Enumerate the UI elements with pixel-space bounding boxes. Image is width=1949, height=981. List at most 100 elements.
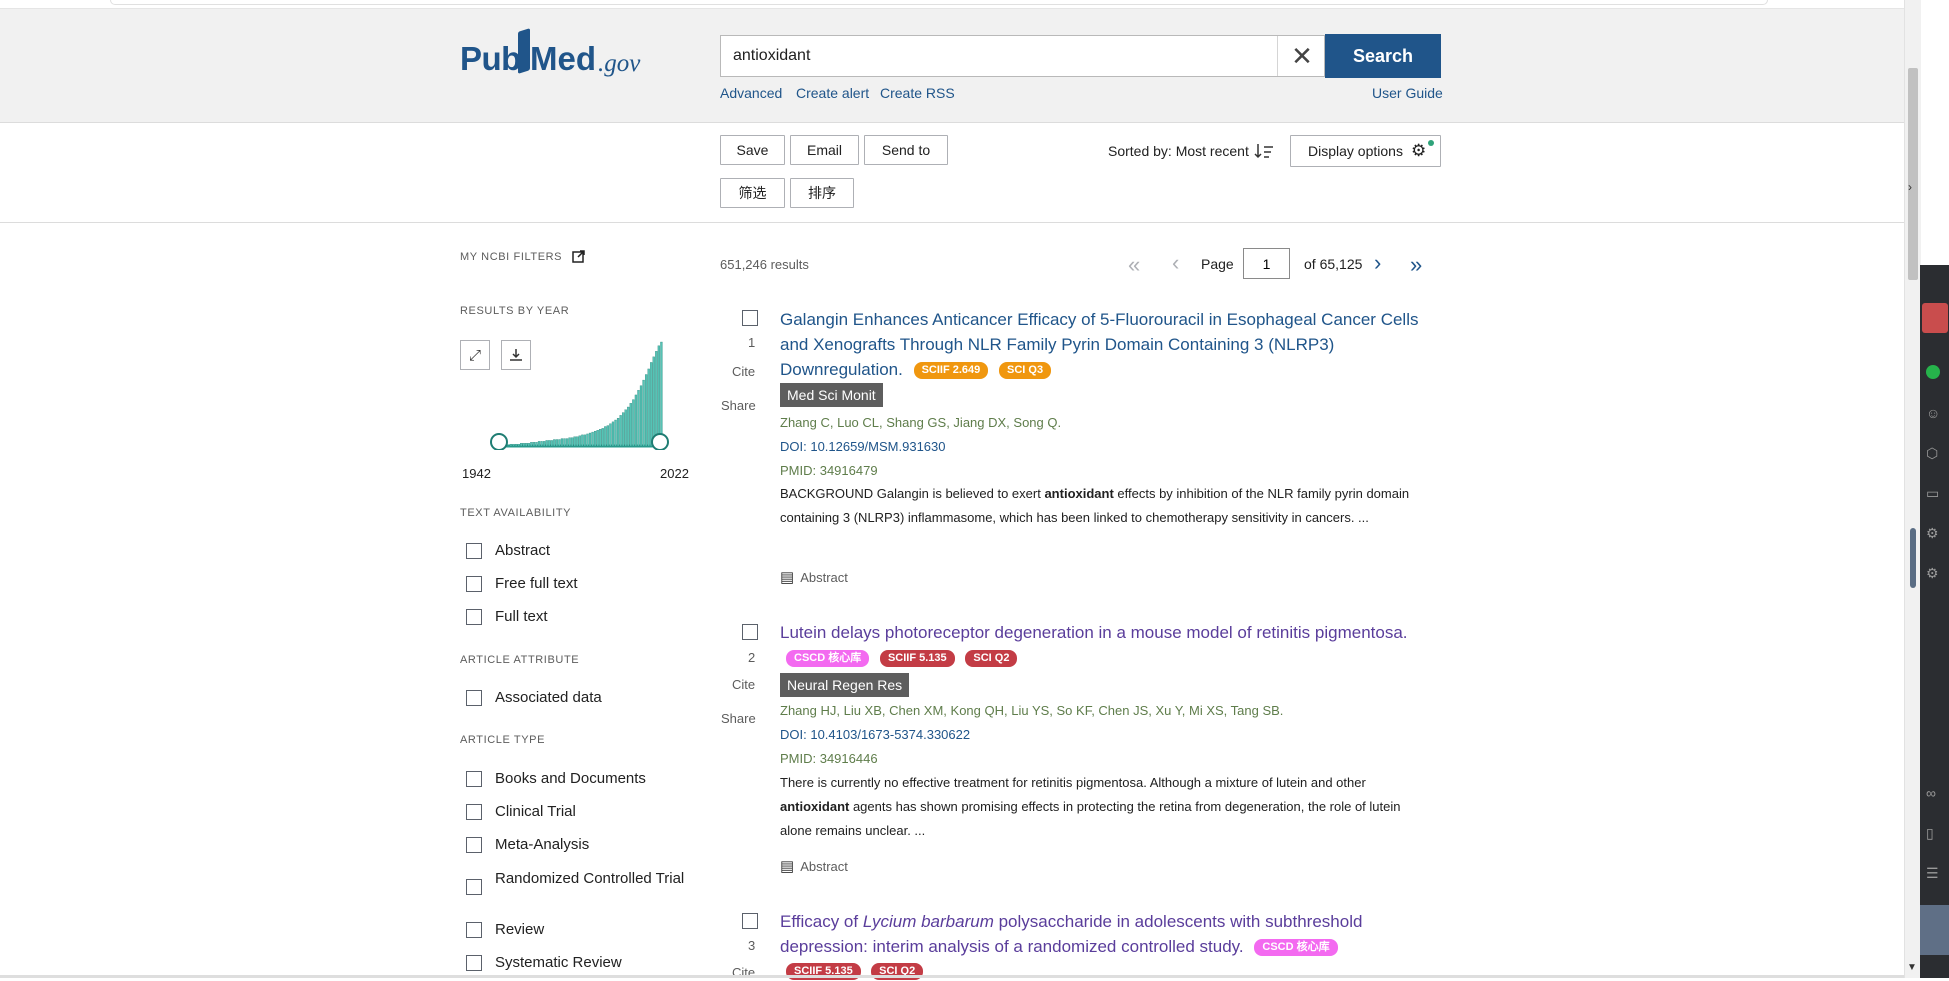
meta-analysis-filter-label[interactable]: Meta-Analysis xyxy=(495,836,589,853)
histogram-bar[interactable] xyxy=(644,374,648,447)
histogram-bar[interactable] xyxy=(596,430,599,447)
year-histogram[interactable] xyxy=(485,340,675,450)
save-button[interactable]: Save xyxy=(720,135,785,165)
abstract-checkbox[interactable] xyxy=(466,543,482,559)
rct-filter-label[interactable]: Randomized Controlled Trial xyxy=(495,869,685,889)
histogram-bar[interactable] xyxy=(517,443,520,447)
histogram-bar[interactable] xyxy=(619,415,622,447)
phone-icon[interactable]: ▯ xyxy=(1926,825,1934,842)
histogram-bar[interactable] xyxy=(553,439,556,447)
histogram-bar[interactable] xyxy=(555,439,559,447)
dock-thumbnail[interactable] xyxy=(1920,905,1949,955)
advanced-link[interactable]: Advanced xyxy=(720,85,782,101)
histogram-bar[interactable] xyxy=(634,394,638,447)
full-text-checkbox[interactable] xyxy=(466,609,482,625)
create-alert-link[interactable]: Create alert xyxy=(796,85,869,101)
link-icon[interactable]: ∞ xyxy=(1926,785,1936,801)
sort-order-control[interactable]: Sorted by: Most recent xyxy=(1108,142,1274,160)
histogram-bar[interactable] xyxy=(606,425,610,447)
associated-data-filter-label[interactable]: Associated data xyxy=(495,689,602,706)
histogram-bar[interactable] xyxy=(520,443,523,447)
result-1-doi[interactable]: DOI: 10.12659/MSM.931630 xyxy=(780,439,946,454)
histogram-bar[interactable] xyxy=(622,412,625,447)
histogram-start-handle[interactable] xyxy=(490,433,508,450)
result-1-title-link[interactable]: Galangin Enhances Anticancer Efficacy of… xyxy=(780,310,1418,379)
filter-button[interactable]: 筛选 xyxy=(720,178,785,208)
panel-toggle-icon[interactable]: › xyxy=(1908,180,1912,194)
dock-app-icon[interactable] xyxy=(1922,303,1948,333)
histogram-bar[interactable] xyxy=(627,406,630,447)
histogram-bar[interactable] xyxy=(652,356,655,447)
pubmed-logo[interactable]: Pub Med .gov xyxy=(460,28,660,84)
histogram-bar[interactable] xyxy=(588,432,592,447)
result-2-checkbox[interactable] xyxy=(742,624,758,640)
histogram-bar[interactable] xyxy=(571,437,574,447)
histogram-bar[interactable] xyxy=(543,441,546,447)
histogram-bar[interactable] xyxy=(540,441,543,447)
histogram-bar[interactable] xyxy=(655,351,658,447)
create-rss-link[interactable]: Create RSS xyxy=(880,85,955,101)
histogram-bar[interactable] xyxy=(512,443,515,447)
histogram-bar[interactable] xyxy=(550,440,553,447)
full-text-filter-label[interactable]: Full text xyxy=(495,608,548,625)
next-page-button[interactable]: › xyxy=(1374,250,1381,276)
result-3-checkbox[interactable] xyxy=(742,913,758,929)
histogram-bar[interactable] xyxy=(650,362,653,447)
histogram-bar[interactable] xyxy=(604,426,607,447)
histogram-bar[interactable] xyxy=(514,443,518,447)
abstract-filter-label[interactable]: Abstract xyxy=(495,542,550,559)
display-options-button[interactable]: Display options ⚙ xyxy=(1290,135,1441,167)
chat-icon[interactable] xyxy=(1926,365,1940,379)
histogram-bar[interactable] xyxy=(629,403,632,447)
histogram-bar[interactable] xyxy=(591,431,594,447)
user-guide-link[interactable]: User Guide xyxy=(1372,85,1443,101)
sort-button[interactable]: 排序 xyxy=(790,178,854,208)
search-input[interactable] xyxy=(721,36,1276,76)
histogram-bar[interactable] xyxy=(637,390,640,447)
histogram-bar[interactable] xyxy=(525,443,528,447)
books-documents-checkbox[interactable] xyxy=(466,771,482,787)
menu-icon[interactable]: ☰ xyxy=(1926,865,1939,882)
histogram-bar[interactable] xyxy=(560,438,564,447)
page-scrollbar[interactable] xyxy=(1904,0,1921,978)
histogram-bar[interactable] xyxy=(548,440,551,447)
previous-page-button[interactable]: ‹ xyxy=(1172,250,1179,276)
scrollbar-thumb[interactable] xyxy=(1908,68,1918,280)
result-1-cite-button[interactable]: Cite xyxy=(732,364,755,379)
histogram-bar[interactable] xyxy=(660,341,663,447)
books-documents-filter-label[interactable]: Books and Documents xyxy=(495,770,646,787)
histogram-bar[interactable] xyxy=(545,440,548,447)
histogram-bar[interactable] xyxy=(586,433,589,447)
last-page-button[interactable]: » xyxy=(1410,252,1422,278)
histogram-bar[interactable] xyxy=(639,385,643,447)
histogram-bar[interactable] xyxy=(611,421,615,447)
histogram-bar[interactable] xyxy=(576,436,579,447)
histogram-bar[interactable] xyxy=(642,379,645,447)
first-page-button[interactable]: « xyxy=(1128,252,1140,278)
user-icon[interactable]: ☺ xyxy=(1926,405,1940,421)
scroll-down-arrow[interactable]: ▼ xyxy=(1907,962,1917,973)
histogram-bar[interactable] xyxy=(609,423,612,447)
histogram-bar[interactable] xyxy=(573,436,576,447)
histogram-bar[interactable] xyxy=(558,439,561,447)
histogram-bar[interactable] xyxy=(563,438,566,447)
histogram-bar[interactable] xyxy=(537,441,541,447)
result-2-abstract-button[interactable]: ▤ Abstract xyxy=(780,857,848,875)
result-1-abstract-button[interactable]: ▤ Abstract xyxy=(780,568,848,586)
histogram-bar[interactable] xyxy=(578,435,581,447)
histogram-bar[interactable] xyxy=(616,417,620,447)
clear-search-button[interactable]: ✕ xyxy=(1277,36,1326,76)
histogram-bar[interactable] xyxy=(530,442,533,447)
histogram-bar[interactable] xyxy=(509,443,513,447)
systematic-review-checkbox[interactable] xyxy=(466,955,482,971)
histogram-bar[interactable] xyxy=(614,419,617,447)
review-checkbox[interactable] xyxy=(466,922,482,938)
result-1-checkbox[interactable] xyxy=(742,310,758,326)
histogram-bar[interactable] xyxy=(601,428,604,447)
folder-icon[interactable]: ▭ xyxy=(1926,485,1939,502)
settings-icon[interactable]: ⚙ xyxy=(1926,525,1939,542)
histogram-bar[interactable] xyxy=(532,442,536,447)
histogram-bar[interactable] xyxy=(583,434,587,447)
histogram-bar[interactable] xyxy=(535,442,538,447)
meta-analysis-checkbox[interactable] xyxy=(466,837,482,853)
